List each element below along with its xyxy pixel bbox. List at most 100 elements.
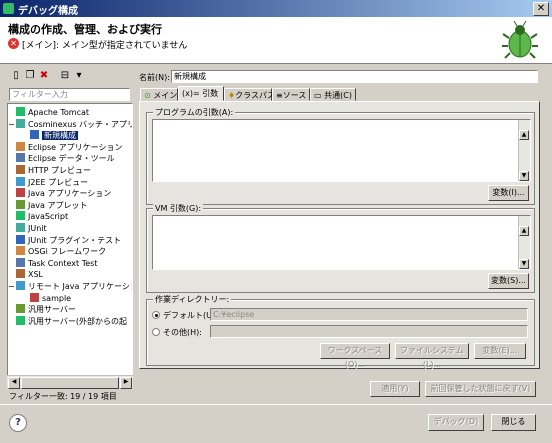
apply-button[interactable]: 適用(Y) [370, 381, 420, 397]
tab-arguments[interactable]: (x)= 引数 [178, 86, 224, 101]
tree-item[interactable]: − リモート Java アプリケーショ [8, 281, 133, 292]
config-type-icon [16, 234, 25, 244]
footer-divider [0, 404, 552, 405]
error-message: [メイン]: メイン型が指定されていません [22, 41, 188, 51]
tree-item[interactable]: sample [30, 292, 72, 304]
config-type-icon [16, 199, 25, 209]
tree-item[interactable]: J2EE プレビュー [16, 176, 88, 188]
tree-item-label: JavaScript [28, 212, 69, 222]
window-title: デバッグ構成 [18, 6, 78, 17]
tree-item-label: JUnit [28, 224, 47, 233]
name-label: 名前(N): [139, 73, 170, 82]
tree-item[interactable]: Eclipse アプリケーション [16, 141, 122, 153]
debug-bug-icon [502, 20, 538, 59]
default-dir-field: C:¥eclipse [210, 308, 528, 321]
tree-item[interactable]: JavaScript [16, 211, 68, 222]
tree-item[interactable]: JUnit プラグイン・テスト [16, 234, 122, 246]
config-type-icon [16, 188, 25, 198]
tree-item[interactable]: 汎用サーバー [16, 304, 76, 315]
tree-h-scrollbar[interactable]: ◀ ▶ [7, 375, 133, 389]
revert-button[interactable]: 前回保管した状態に戻す(V) [425, 381, 536, 397]
other-dir-field [210, 325, 528, 338]
program-args-textarea[interactable]: ▲ ▼ [152, 119, 531, 182]
error-icon: ✕ [8, 38, 19, 49]
scroll-up-icon[interactable]: ▲ [519, 130, 529, 140]
filter-input[interactable]: フィルター入力 [9, 88, 130, 101]
tree-item-label: sample [42, 293, 72, 303]
tree-item-label: HTTP プレビュー [28, 166, 92, 175]
vm-args-scrollbar[interactable]: ▲ ▼ [518, 216, 530, 269]
config-type-icon [16, 211, 25, 221]
config-type-icon [16, 269, 25, 279]
tree-item-label: Java アプリケーション [28, 189, 112, 199]
tree-item[interactable]: − Cosminexus バッチ・アプリケ [8, 118, 133, 130]
default-radio[interactable] [152, 311, 160, 319]
tree-item-label: Eclipse データ・ツール [28, 154, 115, 164]
scroll-down-icon[interactable]: ▼ [519, 259, 529, 269]
filter-status: フィルター一致: 19 / 19 項目 [9, 392, 117, 401]
debug-button[interactable]: デバッグ(D) [428, 414, 484, 431]
tab-main[interactable]: ⊙ メイン [140, 88, 178, 101]
scroll-up-icon[interactable]: ▲ [519, 226, 529, 236]
tree-item[interactable]: HTTP プレビュー [16, 165, 91, 176]
tree-item[interactable]: Java アプレット [16, 199, 87, 211]
config-type-icon [30, 130, 39, 140]
workdir-label: 作業ディレクトリー: [153, 294, 232, 305]
vm-args-textarea[interactable]: ▲ ▼ [152, 215, 531, 270]
arguments-panel: プログラムの引数(A): ▲ ▼ 変数(I)... VM 引数(G): ▲ ▼ … [139, 101, 540, 369]
tree-item[interactable]: 新規構成 [30, 130, 78, 141]
filter-icon[interactable]: ▾ [73, 70, 85, 82]
scroll-down-icon[interactable]: ▼ [519, 171, 529, 181]
filesystem-button[interactable]: ファイルシステム(L)... [395, 343, 469, 369]
tree-item[interactable]: Java アプリケーション [16, 188, 111, 199]
dialog-title: 構成の作成、管理、および実行 [8, 23, 162, 36]
tree-item[interactable]: 汎用サーバー(外部からの起 [16, 315, 128, 327]
tab-common[interactable]: ▭ 共通(C) [310, 88, 356, 101]
config-type-icon [16, 165, 25, 174]
tree-item-label: JUnit プラグイン・テスト [28, 235, 122, 245]
title-bar: デバッグ構成 ✕ [0, 0, 552, 17]
scroll-thumb[interactable] [21, 377, 119, 389]
program-vars-button[interactable]: 変数(I)... [488, 185, 529, 201]
collapse-all-icon[interactable]: ⊟ [59, 70, 71, 82]
tree-item-label: 汎用サーバー [28, 305, 76, 315]
tree-item[interactable]: Apache Tomcat [16, 107, 89, 118]
tree-item[interactable]: OSGi フレームワーク [16, 246, 106, 257]
tab-source[interactable]: ≡ソース [272, 88, 310, 101]
new-config-icon[interactable]: ▯ [10, 70, 22, 82]
config-type-icon [16, 107, 25, 116]
config-type-icon [16, 141, 25, 151]
close-button[interactable]: 閉じる [491, 414, 536, 431]
workspace-button[interactable]: ワークスペース(O)... [320, 343, 390, 369]
help-icon[interactable]: ? [9, 414, 27, 432]
delete-icon[interactable]: ✖ [38, 70, 50, 82]
tree-item[interactable]: XSL [16, 269, 43, 280]
program-args-scrollbar[interactable]: ▲ ▼ [518, 120, 530, 181]
tree-item[interactable]: Eclipse データ・ツール [16, 153, 115, 164]
tree-item-label: リモート Java アプリケーショ [28, 282, 133, 291]
tree-expander-icon[interactable]: − [8, 281, 15, 292]
scroll-right-icon[interactable]: ▶ [120, 377, 132, 389]
tree-item-label: Task Context Test [28, 258, 98, 268]
other-label: その他(H): [163, 328, 202, 337]
name-field[interactable]: 新規構成 [171, 70, 538, 83]
config-type-icon [16, 176, 25, 186]
config-tree[interactable]: Apache Tomcat − Cosminexus バッチ・アプリケ 新規構成 Ecl… [7, 103, 133, 388]
close-window-button[interactable]: ✕ [533, 2, 549, 16]
vm-vars-button[interactable]: 変数(S)... [488, 273, 529, 289]
scroll-left-icon[interactable]: ◀ [8, 377, 20, 389]
tree-item-label: Cosminexus バッチ・アプリケ [28, 119, 133, 129]
config-type-icon [16, 223, 25, 232]
tree-item[interactable]: Task Context Test [16, 257, 98, 269]
tree-item-label: 汎用サーバー(外部からの起 [28, 316, 128, 326]
workdir-vars-button[interactable]: 変数(E)... [474, 343, 526, 359]
tree-expander-icon[interactable]: − [8, 119, 15, 130]
tree-item-label: OSGi フレームワーク [28, 247, 107, 257]
config-type-icon [30, 292, 39, 302]
app-icon [3, 3, 14, 14]
tree-item-label: XSL [28, 270, 44, 280]
tab-classpath[interactable]: ♦クラスパス [224, 88, 275, 101]
duplicate-icon[interactable]: ❐ [24, 70, 36, 82]
other-radio[interactable] [152, 328, 160, 336]
tree-item[interactable]: JUnit [16, 223, 47, 234]
